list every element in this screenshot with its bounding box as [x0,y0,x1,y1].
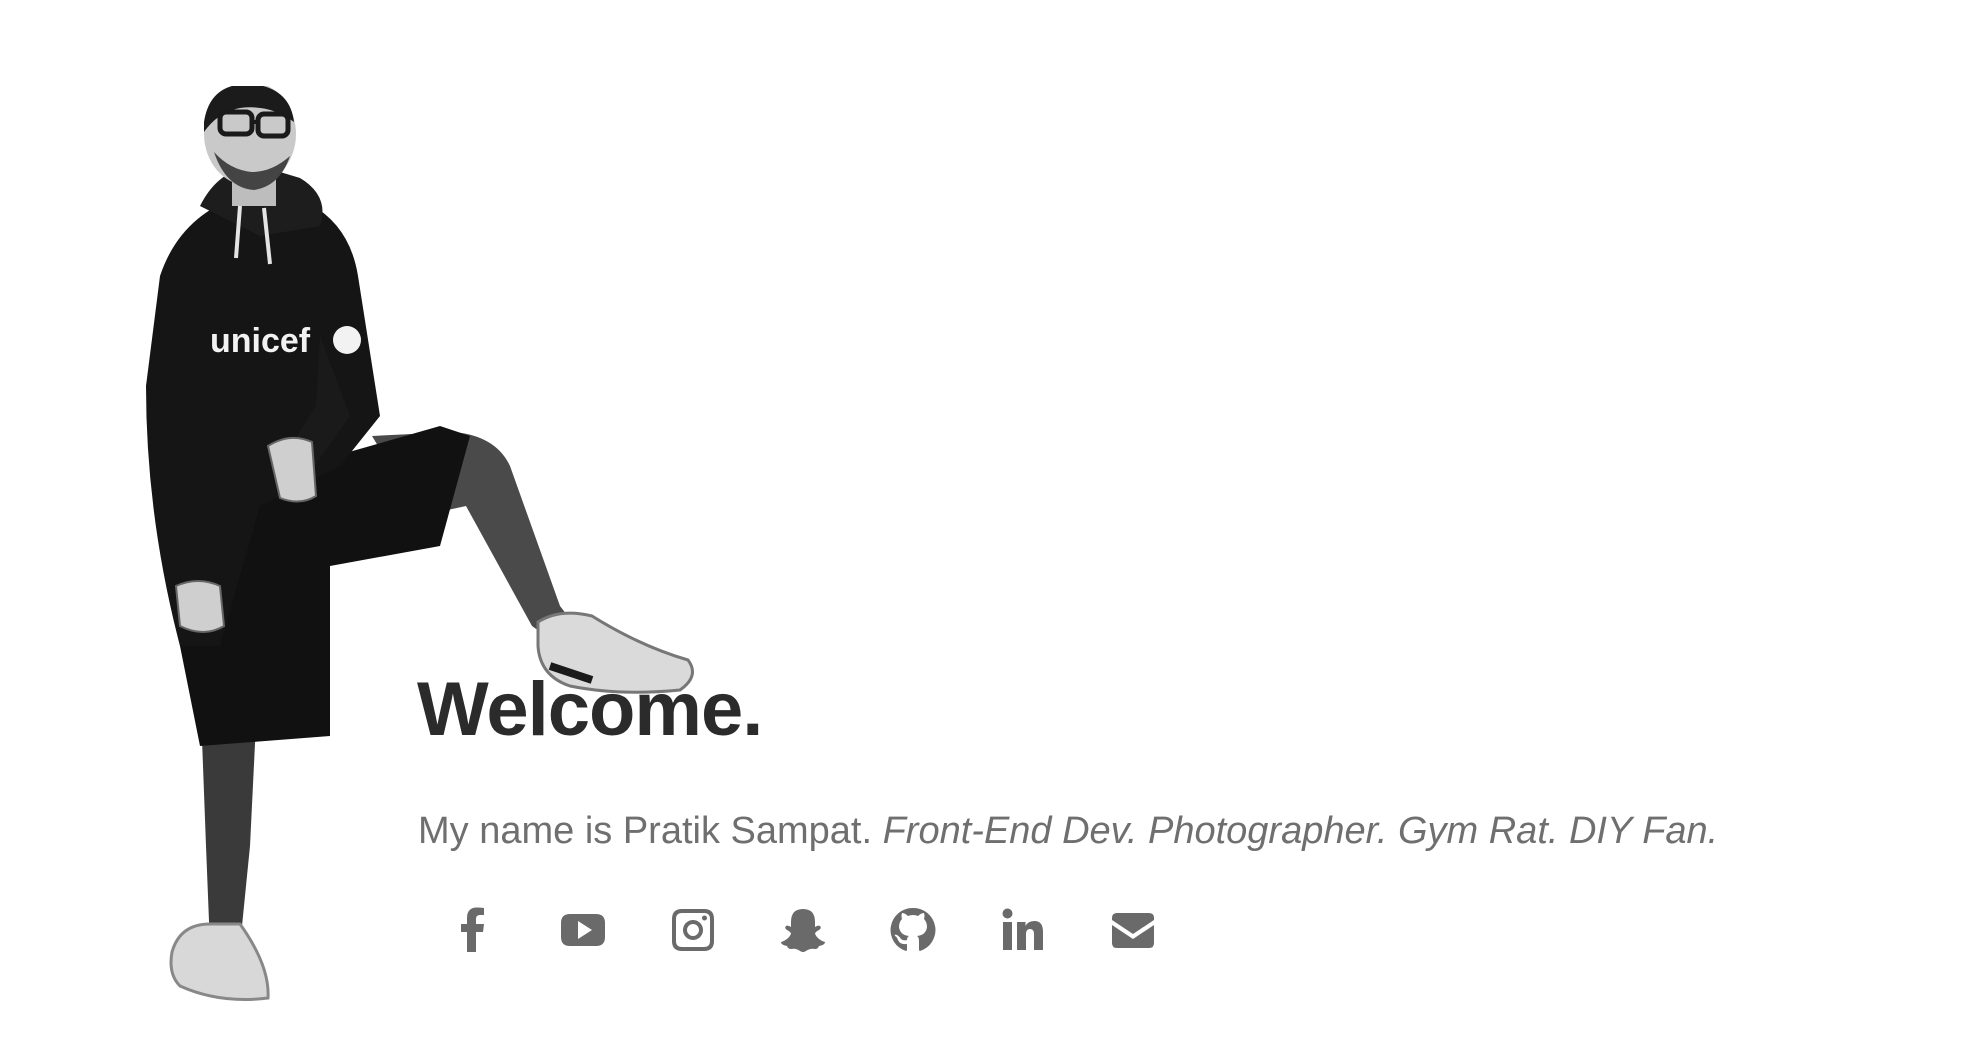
snapchat-icon [781,909,825,952]
email-link[interactable] [1078,890,1188,970]
linkedin-link[interactable] [968,890,1078,970]
email-icon [1112,913,1154,948]
intro-tagline: My name is Pratik Sampat. Front-End Dev.… [418,812,1718,850]
portrait-image: unicef [140,86,700,1016]
landing-page: unicef Welcome. My name is Pratik Sampat… [0,0,1984,1042]
facebook-link[interactable] [418,890,528,970]
youtube-link[interactable] [528,890,638,970]
github-link[interactable] [858,890,968,970]
linkedin-icon [1002,908,1043,950]
instagram-icon [672,909,714,951]
youtube-icon [561,914,605,946]
facebook-icon [461,907,484,952]
github-icon [890,907,936,951]
shirt-logo-text: unicef [210,322,311,360]
roles-text: Front-End Dev. Photographer. Gym Rat. DI… [882,810,1719,852]
social-links [418,890,1188,970]
welcome-heading: Welcome. [417,667,763,752]
intro-text: My name is Pratik Sampat. [418,810,883,852]
snapchat-link[interactable] [748,890,858,970]
instagram-link[interactable] [638,890,748,970]
